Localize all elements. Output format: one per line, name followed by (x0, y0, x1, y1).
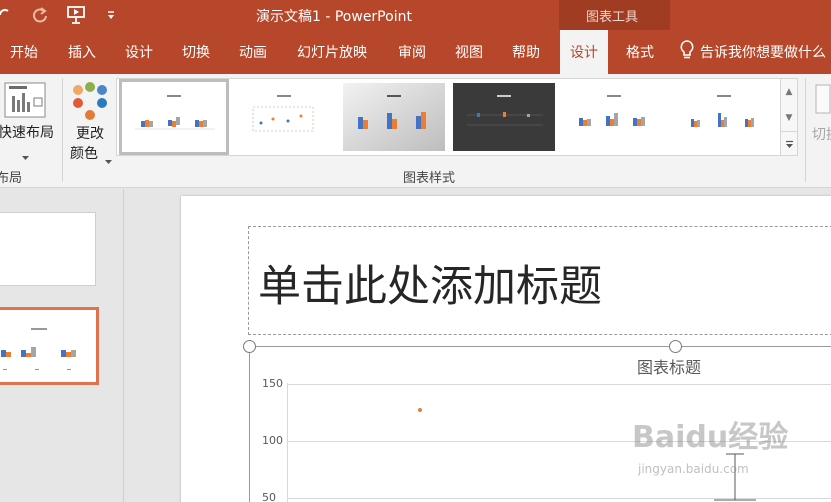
tab-review[interactable]: 审阅 (396, 30, 428, 74)
y-tick-label: 50 (262, 491, 276, 502)
tell-me-search[interactable]: 告诉我你想要做什么 (680, 30, 826, 74)
tab-chart-design[interactable]: 设计 (560, 30, 608, 74)
present-from-start-icon[interactable] (65, 4, 89, 26)
quick-layout-button[interactable]: 快速布局 (0, 122, 54, 142)
slide-thumbnail-1[interactable] (0, 212, 96, 286)
chart-title[interactable]: 图表标题 (637, 354, 701, 378)
gallery-scroll-down-icon[interactable]: ▼ (781, 105, 797, 131)
y-tick-label: 150 (262, 377, 283, 390)
qat-customize-icon[interactable] (104, 4, 118, 26)
chart-style-1[interactable] (119, 79, 229, 155)
y-tick-label: 100 (262, 434, 283, 447)
chart-style-6[interactable] (673, 83, 775, 151)
tab-view[interactable]: 视图 (453, 30, 485, 74)
chart-style-4[interactable] (453, 83, 555, 151)
chart-data-point[interactable] (418, 408, 422, 412)
switch-row-column-icon[interactable] (815, 84, 831, 118)
change-colors-line1[interactable]: 更改 (76, 123, 104, 143)
chart-style-3[interactable] (343, 83, 445, 151)
gallery-scroll: ▲ ▼ (781, 78, 798, 156)
switch-row-column-label[interactable]: 切换 (812, 124, 831, 144)
chart-styles-gallery[interactable] (116, 78, 781, 156)
chart-style-5[interactable] (563, 83, 665, 151)
redo-icon[interactable] (29, 4, 51, 26)
ribbon: 快速布局 布局 更改 颜色 ▲ ▼ 图表样式 切 (0, 74, 831, 188)
tab-chart-format[interactable]: 格式 (624, 30, 656, 74)
tab-slide-show[interactable]: 幻灯片放映 (295, 30, 369, 74)
title-bar (0, 0, 831, 30)
gallery-more-icon[interactable] (781, 131, 797, 157)
resize-handle-top-center[interactable] (669, 340, 682, 353)
slide-thumbnail-pane (0, 189, 124, 502)
tell-me-text: 告诉我你想要做什么 (700, 45, 826, 61)
layout-group-label: 布局 (0, 171, 23, 186)
baidu-watermark-logo: Baidu经验 (632, 420, 789, 455)
tab-help[interactable]: 帮助 (510, 30, 542, 74)
change-colors-line2[interactable]: 颜色 (70, 143, 98, 163)
chart-styles-group-label: 图表样式 (403, 171, 456, 186)
powerpoint-window: 演示文稿1 - PowerPoint 图表工具 开始 插入 设计 切换 动画 幻… (0, 0, 831, 502)
baidu-watermark-url: jingyan.baidu.com (638, 462, 749, 476)
tab-home[interactable]: 开始 (8, 30, 40, 74)
quick-layout-icon[interactable] (4, 82, 46, 118)
autosave-icon[interactable] (0, 4, 10, 26)
slide-thumbnail-2[interactable] (0, 307, 99, 385)
chevron-down-icon[interactable] (22, 146, 29, 165)
chevron-down-icon[interactable] (105, 150, 112, 169)
group-divider (805, 78, 806, 182)
tab-animations[interactable]: 动画 (237, 30, 269, 74)
y-axis-line (287, 383, 288, 502)
chart-tools-label: 图表工具 (586, 10, 639, 25)
chart-style-2[interactable] (233, 83, 335, 151)
lightbulb-icon (680, 40, 694, 64)
group-divider (62, 78, 63, 182)
tab-design[interactable]: 设计 (123, 30, 155, 74)
slide-2-chart-preview (1, 328, 76, 370)
gridline (288, 384, 831, 385)
gallery-scroll-up-icon[interactable]: ▲ (781, 79, 797, 105)
window-title: 演示文稿1 - PowerPoint (256, 9, 412, 25)
change-colors-icon[interactable] (70, 82, 110, 122)
tab-insert[interactable]: 插入 (66, 30, 98, 74)
ribbon-tab-bar: 开始 插入 设计 切换 动画 幻灯片放映 审阅 视图 帮助 设计 格式 告诉我你… (0, 30, 831, 74)
title-placeholder-text[interactable]: 单击此处添加标题 (258, 252, 602, 314)
resize-handle-top-left[interactable] (243, 340, 256, 353)
tab-transitions[interactable]: 切换 (180, 30, 212, 74)
